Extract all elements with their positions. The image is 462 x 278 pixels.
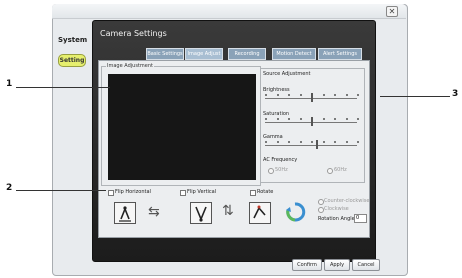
slider-thumb[interactable]	[311, 117, 313, 126]
slider-tick	[346, 94, 348, 96]
slider-tick	[265, 141, 267, 143]
slider-tick	[357, 141, 359, 143]
slider-tick	[357, 94, 359, 96]
slider-tick	[311, 141, 313, 143]
slider-tick	[288, 94, 290, 96]
rotate-image-icon[interactable]	[249, 202, 271, 224]
callout-3: 3	[452, 89, 459, 99]
clockwise-label: Clockwise	[324, 206, 349, 212]
apply-button[interactable]: Apply	[324, 259, 350, 271]
callout-1-leader	[16, 87, 110, 88]
slider-track	[265, 145, 357, 146]
tab-image-adjust[interactable]: Image Adjust	[185, 48, 223, 60]
rotate-arrows-icon	[284, 201, 306, 227]
rotate-checkbox[interactable]	[250, 190, 256, 196]
ac-50hz-label: 50Hz	[275, 167, 288, 173]
panel-title: Camera Settings	[100, 29, 167, 38]
source-adjustment-label: Source Adjustment	[263, 71, 311, 77]
rotation-angle-input[interactable]: 0	[354, 214, 367, 223]
slider-thumb[interactable]	[316, 140, 318, 149]
ac-60hz-radio[interactable]	[327, 168, 333, 174]
slider-tick	[300, 118, 302, 120]
vertical-arrows-icon: ⇅	[222, 203, 234, 219]
slider-tick	[346, 118, 348, 120]
slider-tick	[300, 141, 302, 143]
flip-vertical-icon[interactable]	[190, 202, 212, 224]
slider-tick	[277, 118, 279, 120]
slider-tick	[288, 141, 290, 143]
slider-tick	[300, 94, 302, 96]
image-adjustment-label: Image Adjustment	[106, 63, 154, 69]
system-menu-title: System	[58, 36, 88, 44]
rotate-label: Rotate	[257, 189, 274, 195]
flip-vertical-checkbox[interactable]	[180, 190, 186, 196]
slider-tick	[346, 141, 348, 143]
ac-frequency-label: AC Frequency	[263, 157, 298, 163]
ac-50hz-radio[interactable]	[268, 168, 274, 174]
tab-motion-detect[interactable]: Motion Detect	[272, 48, 316, 60]
slider-tick	[334, 141, 336, 143]
flip-horizontal-icon[interactable]	[114, 202, 136, 224]
flip-horizontal-label: Flip Horizontal	[115, 189, 151, 195]
cancel-button[interactable]: Cancel	[352, 259, 380, 271]
slider-tick	[334, 94, 336, 96]
ac-60hz-label: 60Hz	[334, 167, 347, 173]
slider-tick	[323, 118, 325, 120]
slider-tick	[277, 141, 279, 143]
callout-2: 2	[6, 183, 13, 193]
callout-1: 1	[6, 79, 13, 89]
slider-tick	[323, 141, 325, 143]
slider-tick	[288, 118, 290, 120]
flip-horizontal-checkbox[interactable]	[108, 190, 114, 196]
setting-menu-button[interactable]: Setting	[58, 54, 86, 67]
flip-vertical-label: Flip Vertical	[187, 189, 217, 195]
slider-tick	[265, 94, 267, 96]
window-title-bar	[52, 4, 406, 19]
horizontal-arrows-icon: ⇆	[148, 204, 160, 220]
gamma-slider[interactable]	[265, 140, 359, 149]
brightness-slider[interactable]	[265, 93, 359, 102]
counter-clockwise-label: Counter-clockwise	[324, 198, 370, 204]
brightness-label: Brightness	[263, 87, 290, 93]
slider-thumb[interactable]	[311, 93, 313, 102]
gamma-label: Gamma	[263, 134, 283, 140]
slider-tick	[323, 94, 325, 96]
close-icon[interactable]: ✕	[386, 6, 398, 17]
slider-tick	[277, 94, 279, 96]
tab-basic-settings[interactable]: Basic Settings	[146, 48, 184, 60]
tab-alert-settings[interactable]: Alert Settings	[318, 48, 362, 60]
callout-2-leader	[16, 190, 106, 191]
rotation-angle-label: Rotation Angle	[318, 216, 355, 222]
camera-preview	[108, 74, 256, 180]
saturation-label: Saturation	[263, 111, 290, 117]
slider-tick	[334, 118, 336, 120]
confirm-button[interactable]: Confirm	[292, 259, 322, 271]
slider-tick	[265, 118, 267, 120]
slider-tick	[357, 118, 359, 120]
tab-recording[interactable]: Recording	[228, 48, 266, 60]
saturation-slider[interactable]	[265, 117, 359, 126]
callout-3-leader	[380, 96, 450, 97]
